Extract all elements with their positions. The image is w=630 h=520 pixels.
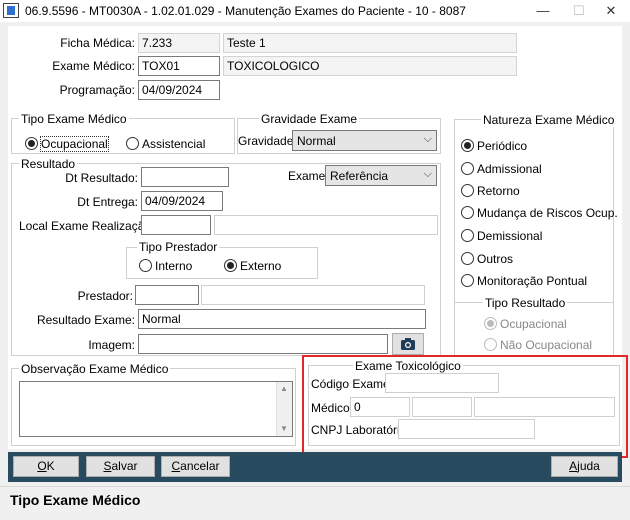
toxicologico-legend: Exame Toxicológico (353, 359, 463, 373)
medico-crm-field (412, 397, 472, 417)
natureza-legend: Natureza Exame Médico (481, 113, 617, 127)
observacao-textarea[interactable]: ▲ ▼ (19, 381, 293, 437)
salvar-button[interactable]: Salvar (86, 456, 155, 477)
cnpj-label: CNPJ Laboratório: (311, 423, 410, 437)
ok-button[interactable]: OK (13, 456, 79, 477)
cancelar-button[interactable]: Cancelar (161, 456, 230, 477)
maximize-icon: ☐ (573, 3, 585, 18)
gravidade-value: Normal (297, 134, 336, 148)
codigo-exame-field (385, 373, 499, 393)
prestador-label: Prestador: (77, 289, 133, 303)
natureza-radio-0[interactable] (461, 139, 474, 152)
local-name-field (214, 215, 438, 235)
interno-label[interactable]: Interno (155, 259, 192, 273)
resultado-exame-label: Resultado Exame: (36, 313, 135, 327)
tipo-prestador-legend: Tipo Prestador (137, 240, 220, 254)
local-label: Local Exame Realização: (19, 219, 155, 233)
close-icon[interactable]: ✕ (594, 0, 628, 22)
natureza-radio-2[interactable] (461, 184, 474, 197)
minimize-icon[interactable]: — (526, 0, 560, 22)
gravidade-label: Gravidade: (238, 134, 297, 148)
imagem-label: Imagem: (88, 338, 135, 352)
externo-radio[interactable] (224, 259, 237, 272)
tr-ocupacional-radio (484, 317, 497, 330)
ficha-label: Ficha Médica: (60, 36, 135, 50)
chevron-down-icon: ⌵ (423, 133, 432, 145)
resultado-legend: Resultado (19, 157, 78, 171)
exame-label: Exame Médico: (52, 59, 135, 73)
resultado-exame-field[interactable]: Normal (138, 309, 426, 329)
natureza-radio-6[interactable] (461, 274, 474, 287)
assistencial-label[interactable]: Assistencial (142, 137, 205, 151)
title-bar: 06.9.5596 - MT0030A - 1.02.01.029 - Manu… (0, 0, 630, 22)
window-title: 06.9.5596 - MT0030A - 1.02.01.029 - Manu… (25, 4, 466, 18)
natureza-radio-3[interactable] (461, 206, 474, 219)
programacao-field[interactable]: 04/09/2024 (138, 80, 220, 100)
imagem-field[interactable] (138, 334, 388, 354)
natureza-label-4[interactable]: Demissional (477, 229, 542, 243)
tr-nao-ocupacional-label: Não Ocupacional (500, 338, 593, 352)
exame-name-field: TOXICOLOGICO (223, 56, 517, 76)
dt-resultado-label: Dt Resultado: (65, 171, 138, 185)
observacao-legend: Observação Exame Médico (19, 362, 171, 376)
cnpj-field (398, 419, 535, 439)
externo-label[interactable]: Externo (240, 259, 281, 273)
prestador-code-field[interactable] (135, 285, 199, 305)
natureza-label-3[interactable]: Mudança de Riscos Ocup. (477, 206, 618, 220)
dt-entrega-field[interactable]: 04/09/2024 (141, 191, 223, 211)
tr-ocupacional-label: Ocupacional (500, 317, 567, 331)
natureza-label-1[interactable]: Admissional (477, 162, 542, 176)
scroll-up-icon[interactable]: ▲ (280, 384, 288, 393)
medico-label: Médico: (311, 401, 354, 415)
ficha-name-field: Teste 1 (223, 33, 517, 53)
programacao-label: Programação: (59, 83, 135, 97)
local-code-field[interactable] (141, 215, 211, 235)
interno-radio[interactable] (139, 259, 152, 272)
assistencial-radio[interactable] (126, 137, 139, 150)
ocupacional-radio[interactable] (25, 137, 38, 150)
ajuda-button[interactable]: Ajuda (551, 456, 618, 477)
exame-code-field[interactable]: TOX01 (138, 56, 220, 76)
natureza-label-6[interactable]: Monitoração Pontual (477, 274, 587, 288)
ficha-field[interactable]: 7.233 (138, 33, 220, 53)
status-bar: Tipo Exame Médico (0, 486, 630, 512)
codigo-exame-label: Código Exame: (311, 377, 394, 391)
scroll-down-icon[interactable]: ▼ (280, 424, 288, 433)
medico-code-field: 0 (350, 397, 410, 417)
natureza-label-2[interactable]: Retorno (477, 184, 520, 198)
main-panel: Ficha Médica: 7.233 Teste 1 Exame Médico… (8, 26, 628, 458)
prestador-name-field (201, 285, 425, 305)
gravidade-legend: Gravidade Exame (259, 112, 360, 126)
observacao-scrollbar[interactable]: ▲ ▼ (276, 382, 292, 436)
exame-tipo-value: Referência (330, 169, 389, 183)
medico-name-field (474, 397, 615, 417)
app-icon (3, 3, 19, 18)
natureza-label-5[interactable]: Outros (477, 252, 513, 266)
dt-resultado-field[interactable] (141, 167, 229, 187)
camera-button[interactable] (392, 333, 424, 355)
button-bar: OK Salvar Cancelar Ajuda (8, 452, 622, 482)
gravidade-select[interactable]: Normal ⌵ (292, 130, 437, 151)
tipo-exame-legend: Tipo Exame Médico (19, 112, 129, 126)
exame-tipo-label: Exame: (288, 169, 329, 183)
natureza-radio-5[interactable] (461, 252, 474, 265)
camera-icon (401, 338, 415, 350)
chevron-down-icon: ⌵ (423, 168, 432, 180)
ocupacional-label[interactable]: Ocupacional (40, 136, 109, 152)
tr-nao-ocupacional-radio (484, 338, 497, 351)
natureza-label-0[interactable]: Periódico (477, 139, 527, 153)
exame-tipo-select[interactable]: Referência ⌵ (325, 165, 437, 186)
tipo-resultado-legend: Tipo Resultado (483, 296, 568, 310)
natureza-radio-4[interactable] (461, 229, 474, 242)
dt-entrega-label: Dt Entrega: (77, 195, 138, 209)
natureza-radio-1[interactable] (461, 162, 474, 175)
